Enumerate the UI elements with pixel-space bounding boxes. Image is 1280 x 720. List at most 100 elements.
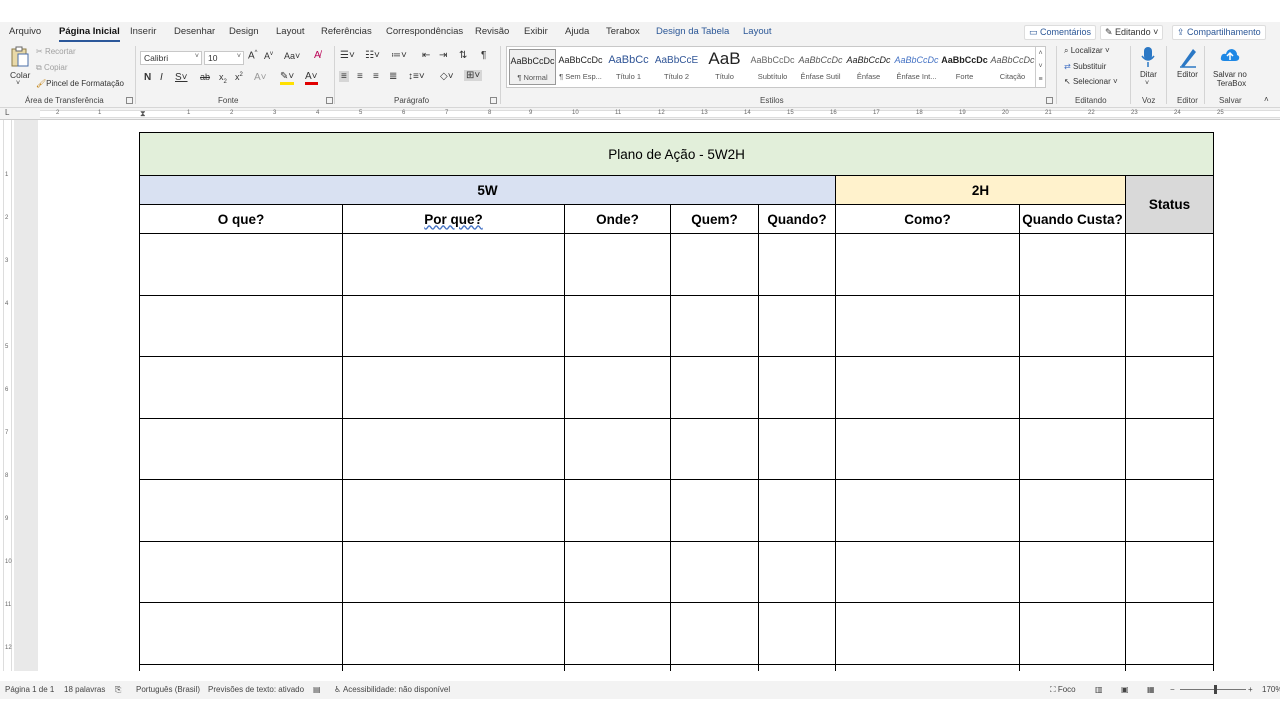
group-header-2h[interactable]: 2H	[835, 175, 1126, 205]
select-button[interactable]: ↖ Selecionar ˅	[1064, 77, 1118, 86]
table-cell[interactable]	[139, 233, 343, 296]
table-cell[interactable]	[1124, 540, 1215, 603]
table-cell[interactable]	[670, 663, 759, 671]
line-spacing-icon[interactable]: ↕≡˅	[408, 71, 425, 82]
align-right-icon[interactable]: ≡	[373, 71, 379, 82]
print-layout-icon[interactable]: ▣	[1121, 685, 1129, 694]
font-color-icon[interactable]: A˅	[305, 71, 318, 85]
table-cell[interactable]	[670, 540, 759, 603]
tab-exibir[interactable]: Exibir	[524, 26, 548, 37]
table-cell[interactable]	[564, 294, 671, 357]
tab-revisao[interactable]: Revisão	[475, 26, 509, 37]
table-cell[interactable]	[564, 602, 671, 665]
table-cell[interactable]	[1124, 479, 1215, 542]
table-cell[interactable]	[564, 479, 671, 542]
table-cell[interactable]	[835, 540, 1020, 603]
clear-format-icon[interactable]: A̸	[314, 50, 321, 61]
style-titulo-1[interactable]: AaBbCc Título 1	[605, 49, 652, 85]
cut-button[interactable]: ✂ Recortar	[36, 47, 76, 56]
table-cell[interactable]	[1124, 356, 1215, 419]
sort-icon[interactable]: ⇅	[459, 50, 467, 61]
zoom-in-icon[interactable]: +	[1248, 685, 1253, 694]
table-cell[interactable]	[758, 294, 836, 357]
table-cell[interactable]	[758, 356, 836, 419]
tab-selector-icon[interactable]: L	[5, 108, 9, 117]
column-header-onde[interactable]: Onde?	[564, 204, 671, 234]
column-header-quando-custa[interactable]: Quando Custa?	[1019, 204, 1126, 234]
table-title[interactable]: Plano de Ação - 5W2H	[138, 132, 1215, 176]
shading-icon[interactable]: ◇˅	[440, 71, 454, 82]
tab-correspondencias[interactable]: Correspondências	[386, 26, 463, 37]
table-cell[interactable]	[758, 663, 836, 671]
tab-ajuda[interactable]: Ajuda	[565, 26, 589, 37]
table-cell[interactable]	[139, 540, 343, 603]
table-cell[interactable]	[342, 602, 565, 665]
editing-mode-button[interactable]: ✎ Editando ˅	[1100, 25, 1164, 40]
table-cell[interactable]	[564, 233, 671, 296]
save-terabox-button[interactable]	[1220, 46, 1240, 68]
table-cell[interactable]	[342, 663, 565, 671]
table-cell[interactable]	[758, 540, 836, 603]
column-header-quando[interactable]: Quando?	[758, 204, 836, 234]
group-header-5w[interactable]: 5W	[139, 175, 836, 205]
tab-arquivo[interactable]: Arquivo	[9, 26, 41, 37]
column-header-por-que[interactable]: Por que?	[342, 204, 565, 234]
macro-icon[interactable]: ▤	[313, 685, 321, 694]
table-cell[interactable]	[670, 479, 759, 542]
copy-button[interactable]: ⧉ Copiar	[36, 63, 68, 73]
status-header[interactable]: Status	[1124, 175, 1215, 234]
tab-inserir[interactable]: Inserir	[130, 26, 156, 37]
paragraph-launcher-icon[interactable]	[490, 97, 497, 104]
table-cell[interactable]	[1019, 602, 1126, 665]
zoom-slider-handle[interactable]	[1214, 685, 1217, 694]
table-cell[interactable]	[139, 294, 343, 357]
table-cell[interactable]	[758, 417, 836, 480]
underline-button[interactable]: S˅	[175, 72, 188, 83]
table-cell[interactable]	[139, 417, 343, 480]
paste-button[interactable]	[10, 46, 32, 68]
proofing-icon[interactable]: ⎘	[115, 685, 121, 695]
bullets-icon[interactable]: ☰˅	[340, 50, 355, 61]
strikethrough-button[interactable]: ab	[200, 72, 210, 82]
table-cell[interactable]	[342, 417, 565, 480]
focus-button[interactable]: ⛶ Foco	[1050, 685, 1076, 695]
table-cell[interactable]	[758, 233, 836, 296]
table-cell[interactable]	[342, 479, 565, 542]
table-cell[interactable]	[835, 602, 1020, 665]
style-forte[interactable]: AaBbCcDc Forte	[941, 49, 988, 85]
text-predictions-status[interactable]: Previsões de texto: ativado	[208, 685, 304, 694]
font-name-combo[interactable]: Calibri ˅	[140, 51, 202, 65]
table-cell[interactable]	[564, 356, 671, 419]
zoom-out-icon[interactable]: −	[1170, 685, 1175, 694]
tab-layout[interactable]: Layout	[276, 26, 305, 37]
column-header-como[interactable]: Como?	[835, 204, 1020, 234]
style-titulo-2[interactable]: AaBbCcE Título 2	[653, 49, 700, 85]
style-enfase-sutil[interactable]: AaBbCcDc Ênfase Sutil	[797, 49, 844, 85]
table-cell[interactable]	[139, 602, 343, 665]
chevron-down-icon[interactable]: ˅	[1145, 80, 1149, 87]
document-page[interactable]: Plano de Ação - 5W2H 5W 2H Status O que?…	[38, 120, 1280, 671]
table-cell[interactable]	[1019, 663, 1126, 671]
table-cell[interactable]	[1124, 602, 1215, 665]
align-left-icon[interactable]: ≡	[339, 71, 349, 82]
table-cell[interactable]	[670, 602, 759, 665]
bold-button[interactable]: N	[144, 72, 151, 83]
table-cell[interactable]	[670, 417, 759, 480]
table-cell[interactable]	[564, 540, 671, 603]
align-center-icon[interactable]: ≡	[357, 71, 363, 82]
style-titulo[interactable]: AaB Título	[701, 49, 748, 85]
accessibility-status[interactable]: ♿ Acessibilidade: não disponível	[334, 685, 450, 694]
table-cell[interactable]	[1124, 294, 1215, 357]
shrink-font-button[interactable]: Av	[264, 51, 273, 61]
table-cell[interactable]	[1019, 479, 1126, 542]
change-case-button[interactable]: Aa˅	[284, 51, 300, 61]
borders-icon[interactable]: ⊞˅	[464, 70, 483, 81]
table-cell[interactable]	[1019, 417, 1126, 480]
share-button[interactable]: ⇪ Compartilhamento	[1172, 25, 1266, 40]
editor-button[interactable]	[1178, 46, 1198, 70]
table-cell[interactable]	[342, 294, 565, 357]
tab-pagina-inicial[interactable]: Página Inicial	[59, 26, 120, 42]
gallery-scroll-icon[interactable]: ˄ ˅ ≡	[1035, 47, 1045, 87]
subscript-button[interactable]: x2	[219, 72, 227, 85]
decrease-indent-icon[interactable]: ⇤	[422, 50, 430, 61]
